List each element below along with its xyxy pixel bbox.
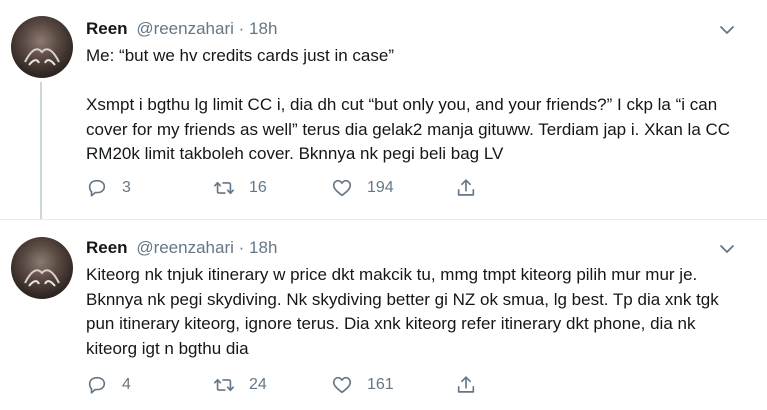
chevron-down-icon[interactable] <box>719 22 735 38</box>
timestamp[interactable]: 18h <box>249 238 277 257</box>
tweet-text-line: Kiteorg nk tnjuk itinerary w price dkt m… <box>86 265 719 358</box>
chevron-down-icon[interactable] <box>719 241 735 257</box>
display-name[interactable]: Reen <box>86 238 128 257</box>
share-icon <box>457 376 475 393</box>
reply-count: 3 <box>122 179 131 196</box>
display-name[interactable]: Reen <box>86 19 128 38</box>
avatar[interactable] <box>11 16 73 78</box>
reply-icon <box>88 376 106 394</box>
retweet-button[interactable]: 16 <box>213 176 267 200</box>
tweet-header: Reen @reenzahari · 18h <box>86 237 277 259</box>
tweet-text-line: Xsmpt i bgthu lg limit CC i, dia dh cut … <box>86 95 731 163</box>
retweet-count: 16 <box>249 179 267 196</box>
reply-count: 4 <box>122 376 131 393</box>
tweet-actions: 4 24 161 <box>86 373 506 397</box>
tweet-text-line: Me: “but we hv credits cards just in cas… <box>86 46 395 65</box>
reply-icon <box>88 179 106 197</box>
user-handle[interactable]: @reenzahari <box>136 19 234 38</box>
share-button[interactable] <box>455 176 491 200</box>
like-button[interactable]: 194 <box>331 176 394 200</box>
tweet-actions: 3 16 194 <box>86 176 506 200</box>
tweet[interactable]: Reen @reenzahari · 18h Kiteorg nk tnjuk … <box>0 219 767 410</box>
tweet-text: Me: “but we hv credits cards just in cas… <box>86 44 746 167</box>
thread-line <box>40 82 42 219</box>
like-count: 161 <box>367 376 394 393</box>
tweet-text: Kiteorg nk tnjuk itinerary w price dkt m… <box>86 263 746 361</box>
user-handle[interactable]: @reenzahari <box>136 238 234 257</box>
share-icon <box>457 179 475 196</box>
separator-dot: · <box>238 19 245 38</box>
timestamp[interactable]: 18h <box>249 19 277 38</box>
tweet-header: Reen @reenzahari · 18h <box>86 18 277 40</box>
avatar-photo <box>24 48 60 66</box>
like-button[interactable]: 161 <box>331 373 394 397</box>
heart-icon <box>332 376 352 394</box>
retweet-count: 24 <box>249 376 267 393</box>
separator-dot: · <box>238 238 245 257</box>
share-button[interactable] <box>455 373 491 397</box>
heart-icon <box>332 179 352 197</box>
tweet[interactable]: Reen @reenzahari · 18h Me: “but we hv cr… <box>0 0 767 219</box>
reply-button[interactable]: 4 <box>86 373 131 397</box>
retweet-icon <box>214 378 234 392</box>
like-count: 194 <box>367 179 394 196</box>
avatar-photo <box>24 269 60 287</box>
retweet-icon <box>214 181 234 195</box>
retweet-button[interactable]: 24 <box>213 373 267 397</box>
avatar[interactable] <box>11 237 73 299</box>
reply-button[interactable]: 3 <box>86 176 131 200</box>
